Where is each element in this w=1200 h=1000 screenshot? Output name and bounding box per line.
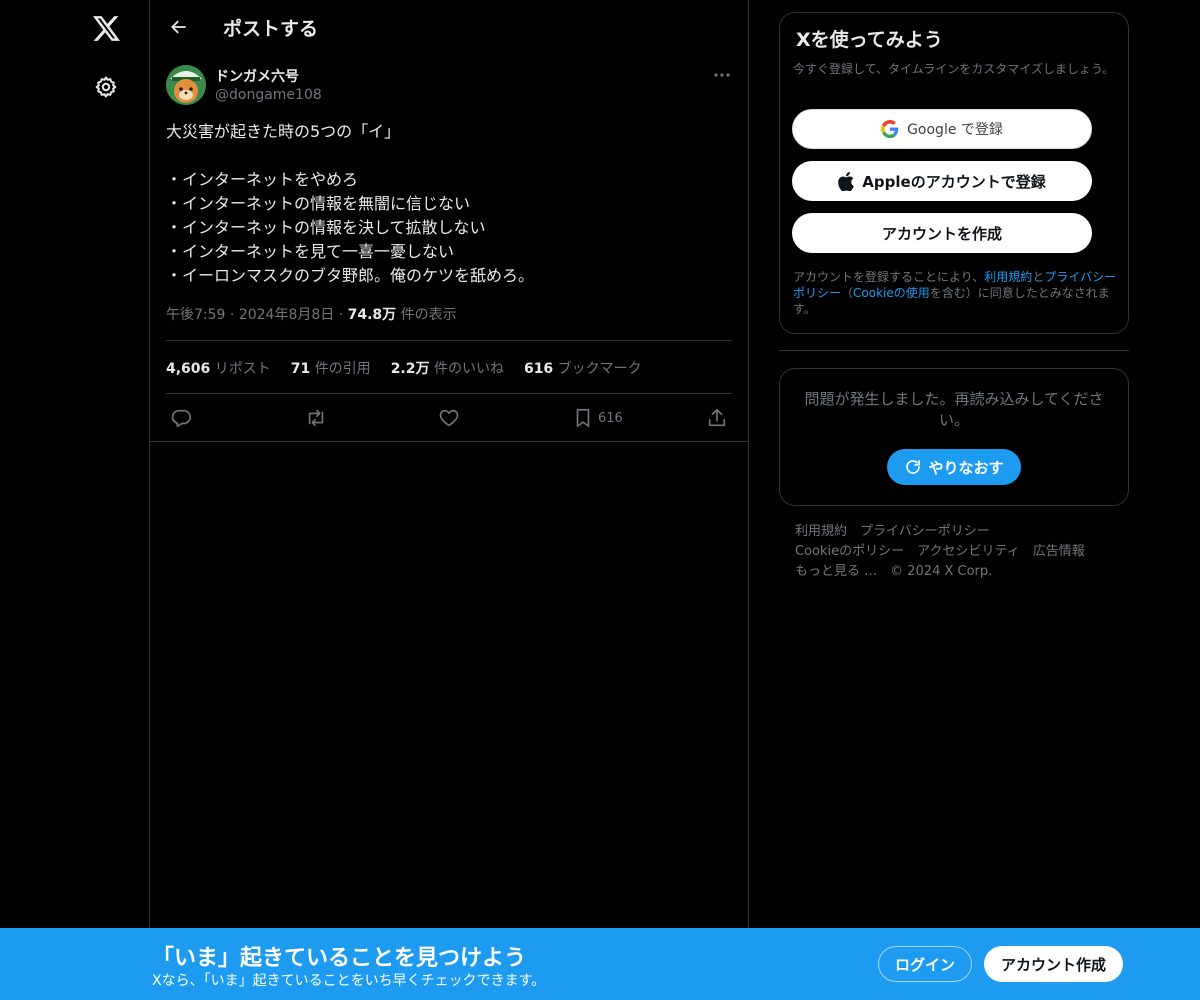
tweet-line: ・インターネットを見て一喜一憂しない xyxy=(166,242,455,261)
signup-title: Xを使ってみよう xyxy=(796,29,943,51)
tweet-text: 大災害が起きた時の5つの「イ」 ・インターネットをやめろ ・インターネットの情報… xyxy=(166,120,734,288)
bookmark-count: 616 xyxy=(598,410,623,426)
banner-subtitle: Xなら、「いま」起きていることをいち早くチェックできます。 xyxy=(152,973,546,989)
copyright: © 2024 X Corp. xyxy=(890,564,993,579)
tweet-time[interactable]: 午後7:59 xyxy=(166,307,225,323)
tweet-actions: 616 xyxy=(150,400,748,436)
footer-link-privacy[interactable]: プライバシーポリシー xyxy=(860,522,990,542)
like-icon[interactable] xyxy=(438,400,460,436)
divider xyxy=(166,393,732,394)
back-arrow-icon[interactable] xyxy=(162,10,196,44)
footer-link-more[interactable]: もっと見る … xyxy=(795,562,877,582)
divider xyxy=(779,350,1129,351)
tweet-line: ・インターネットをやめろ xyxy=(166,170,359,189)
left-nav xyxy=(0,0,150,1000)
tweet-date[interactable]: 2024年8月8日 xyxy=(239,307,334,323)
signup-subtitle: 今すぐ登録して、タイムラインをカスタマイズしましょう。 xyxy=(793,62,1115,76)
terms-prefix: アカウントを登録することにより、 xyxy=(793,270,985,284)
google-signup-button[interactable]: Google で登録 xyxy=(792,109,1092,149)
tweet-author: ドンガメ六号 @dongame108 xyxy=(166,64,734,108)
create-account-button[interactable]: アカウントを作成 xyxy=(792,213,1092,253)
banner-title: 「いま」起きていることを見つけよう xyxy=(152,946,527,971)
tweet-line: 大災害が起きた時の5つの「イ」 xyxy=(166,122,401,141)
signup-card: Xを使ってみよう 今すぐ登録して、タイムラインをカスタマイズしましょう。 Goo… xyxy=(779,12,1129,334)
footer-links: 利用規約 プライバシーポリシー Cookieのポリシー アクセシビリティ 広告情… xyxy=(795,522,1125,582)
reposts-stat[interactable]: 4,606 リポスト xyxy=(166,358,271,378)
apple-icon xyxy=(838,171,855,191)
more-options-icon[interactable] xyxy=(710,64,734,86)
terms-mid: （ xyxy=(841,286,854,300)
footer-link-accessibility[interactable]: アクセシビリティ xyxy=(917,542,1020,562)
reply-icon[interactable] xyxy=(170,400,192,436)
share-icon[interactable] xyxy=(706,400,728,436)
tweet-line: ・インターネットの情報を決して拡散しない xyxy=(166,218,486,237)
repost-icon[interactable] xyxy=(304,400,328,436)
terms-mid: と xyxy=(1032,270,1045,284)
tweet-meta: 午後7:59 · 2024年8月8日 · 74.8万 件の表示 xyxy=(166,307,457,323)
terms-text: アカウントを登録することにより、利用規約とプライバシーポリシー（Cookieの使… xyxy=(793,269,1119,317)
tweet-line xyxy=(166,144,734,168)
footer-link-cookie[interactable]: Cookieのポリシー xyxy=(795,542,904,562)
login-button[interactable]: ログイン xyxy=(878,946,972,982)
tweet-line: ・イーロンマスクのブタ野郎。俺のケツを舐めろ。 xyxy=(166,266,535,285)
google-signup-label: Google で登録 xyxy=(907,122,1003,138)
terms-link[interactable]: 利用規約 xyxy=(984,270,1032,284)
author-handle[interactable]: @dongame108 xyxy=(215,87,322,103)
retry-button[interactable]: やりなおす xyxy=(887,449,1021,485)
google-icon xyxy=(881,120,899,138)
bookmarks-stat[interactable]: 616 ブックマーク xyxy=(524,358,642,378)
bottom-banner: 「いま」起きていることを見つけよう Xなら、「いま」起きていることをいち早くチェ… xyxy=(0,928,1200,1000)
avatar[interactable] xyxy=(166,65,206,105)
main-column: ポストする ドンガメ六号 @dongame108 大災害が起きた時の5つの「イ」… xyxy=(149,0,749,1000)
error-message: 問題が発生しました。再読み込みしてください。 xyxy=(804,390,1104,429)
create-account-label: アカウントを作成 xyxy=(881,224,1002,243)
footer-link-terms[interactable]: 利用規約 xyxy=(795,522,847,542)
divider xyxy=(166,340,732,341)
refresh-icon xyxy=(906,460,921,474)
x-logo-icon[interactable] xyxy=(86,8,126,48)
divider xyxy=(150,441,748,442)
apple-signup-button[interactable]: Appleのアカウントで登録 xyxy=(792,161,1092,201)
cookie-link[interactable]: Cookieの使用 xyxy=(853,286,930,300)
retry-label: やりなおす xyxy=(928,458,1004,477)
apple-signup-label: Appleのアカウントで登録 xyxy=(862,172,1046,191)
gear-icon[interactable] xyxy=(86,67,126,107)
page-title: ポストする xyxy=(223,18,319,40)
tweet-stats: 4,606 リポスト 71 件の引用 2.2万 件のいいね 616 ブックマーク xyxy=(166,358,642,378)
tweet-line: ・インターネットの情報を無闇に信じない xyxy=(166,194,471,213)
error-card: 問題が発生しました。再読み込みしてください。 やりなおす xyxy=(779,368,1129,506)
bookmark-button[interactable]: 616 xyxy=(572,400,623,436)
quotes-stat[interactable]: 71 件の引用 xyxy=(291,358,371,378)
bookmark-icon xyxy=(576,408,590,428)
author-name[interactable]: ドンガメ六号 xyxy=(215,66,299,86)
footer-link-ads[interactable]: 広告情報 xyxy=(1033,542,1085,562)
views-label: 件の表示 xyxy=(400,307,457,323)
likes-stat[interactable]: 2.2万 件のいいね xyxy=(391,358,504,378)
page-header: ポストする xyxy=(150,0,748,53)
banner-create-account-button[interactable]: アカウント作成 xyxy=(984,946,1123,982)
views-count: 74.8万 xyxy=(347,307,397,323)
